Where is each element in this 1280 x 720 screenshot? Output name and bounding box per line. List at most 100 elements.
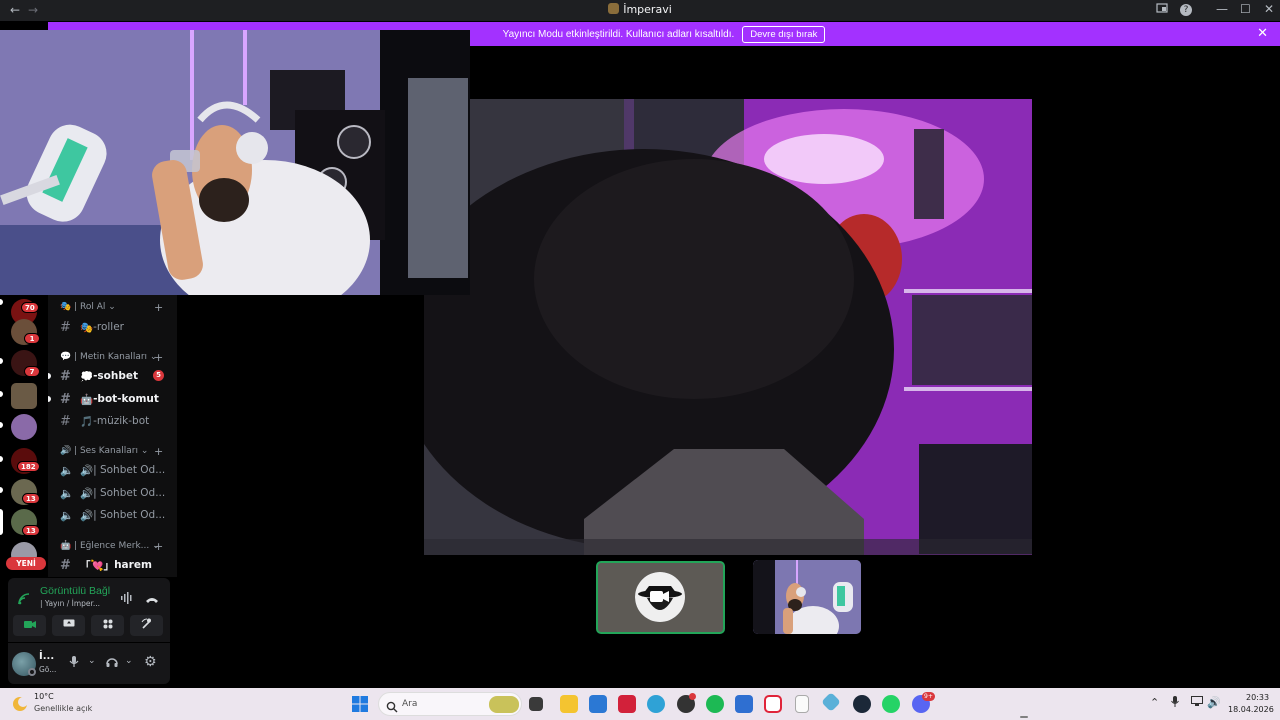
category-voice-label: | Ses Kanalları [74,446,138,456]
add-channel-icon[interactable]: + [154,540,163,553]
window-title-text: İmperavi [623,3,672,16]
channel-roles[interactable]: # 🎭 -roller [60,318,124,336]
channel-bot[interactable]: # 🤖 -bot-komut [60,390,159,408]
weather-temperature[interactable]: 10°C [34,692,54,701]
user-name[interactable]: İ... [39,651,54,662]
voice-connection-panel: Görüntülü Bağl | Yayın / İmper... [8,578,170,642]
server-badge-8: 13 [22,525,40,536]
vivaldi-icon[interactable] [618,695,636,713]
participant-tile-camera-off[interactable] [596,561,725,634]
edge-icon[interactable] [647,695,665,713]
server-unread-pill [0,487,3,493]
category-fun-label: | Eğlence Merk... [74,541,150,551]
taskbar-search[interactable]: Ara [378,692,522,716]
server-unread-pill [0,456,3,462]
app-icon[interactable] [821,692,841,712]
hash-icon: # [60,319,71,335]
add-channel-icon[interactable]: + [154,351,163,364]
category-text-label: | Metin Kanalları [74,352,148,362]
add-channel-icon[interactable]: + [154,445,163,458]
gear-icon[interactable]: ⚙ [144,654,157,670]
voice-channel-1[interactable]: 🔈 🔊 | Sohbet Od... [60,461,165,479]
discord-badge: 9+ [922,692,935,701]
file-explorer-icon[interactable] [560,695,578,713]
voice-status-title[interactable]: Görüntülü Bağl [40,585,110,597]
main-stream-video[interactable] [424,99,1032,555]
category-text[interactable]: 💬 | Metin Kanalları ⌄ + [60,351,163,364]
minimize-button[interactable]: — [1216,2,1228,16]
chevron-down-icon[interactable]: ⌄ [125,656,133,666]
soundboard-button[interactable] [130,615,163,636]
category-roles[interactable]: 🎭 | Rol Al ⌄ + [60,301,163,314]
server-list: 70 1 7 182 13 13 [0,295,48,575]
category-fun[interactable]: 🤖 | Eğlence Merk... ⌄ + [60,540,163,553]
maximize-button[interactable]: ☐ [1240,2,1251,16]
noise-suppression-icon[interactable] [120,589,134,608]
category-voice[interactable]: 🔊 | Ses Kanalları ⌄ + [60,445,163,458]
disconnect-icon[interactable] [145,590,159,609]
outlook-icon[interactable] [735,695,753,713]
steam-icon[interactable] [853,695,871,713]
channel-list: 🎭 | Rol Al ⌄ + # 🎭 -roller 💬 | Metin Kanall… [48,295,177,577]
server-badge-2: 1 [24,333,40,344]
chevron-down-icon[interactable]: ⌄ [88,656,96,666]
clock-date[interactable]: 18.04.2026 [1228,705,1274,714]
category-roles-label: | Rol Al [74,302,106,312]
server-unread-pill [0,422,3,428]
voice-channel-2-label: | Sohbet Od... [93,487,166,499]
screen-share-button[interactable] [52,615,85,636]
channel-harem[interactable]: # 「💘」 harem [60,556,152,574]
channel-music[interactable]: # 🎵 -müzik-bot [60,412,149,430]
volume-icon[interactable]: 🔊 [1207,696,1221,709]
channel-bot-label: -bot-komut [93,393,159,405]
windows-taskbar: 10°C Genellikle açık Ara 9+ ⌃ 🔊 20:33 18… [0,688,1280,720]
task-view-icon[interactable] [529,697,543,711]
spotify-icon[interactable] [706,695,724,713]
channel-harem-label: harem [114,559,152,571]
weather-icon[interactable] [12,696,28,716]
microphone-icon[interactable] [69,656,79,671]
channel-roles-label: -roller [93,321,124,333]
notepad-icon[interactable] [795,695,809,713]
channel-harem-prefix: 「💘」 [80,559,115,572]
participant-tile-webcam[interactable] [753,560,861,634]
screen-share-icon[interactable] [1156,2,1168,17]
add-channel-icon[interactable]: + [154,301,163,314]
banner-text: Yayıncı Modu etkinleştirildi. Kullanıcı … [502,28,735,40]
activities-button[interactable] [91,615,124,636]
hash-icon: # [60,557,71,573]
help-icon[interactable]: ? [1180,4,1192,16]
hash-icon: # [60,413,71,429]
new-badge[interactable]: YENİ [6,557,46,570]
user-status: Gö... [39,665,57,674]
voice-channel-subtitle[interactable]: | Yayın / İmper... [40,599,100,608]
speaker-icon: 🔈 [60,508,74,522]
channel-music-label: -müzik-bot [93,415,150,427]
server-icon-5[interactable] [11,414,37,440]
camera-button[interactable] [13,615,46,636]
store-icon[interactable] [589,695,607,713]
opera-icon[interactable] [764,695,782,713]
speaker-icon: 🔈 [60,486,74,500]
microphone-tray-icon[interactable] [1171,696,1179,711]
server-badge-7: 13 [22,493,40,504]
voice-channel-3[interactable]: 🔈 🔊 | Sohbet Od... [60,506,165,524]
weather-description[interactable]: Genellikle açık [34,704,92,713]
connection-signal-icon[interactable] [18,590,30,609]
server-selected-pill [0,509,3,535]
banner-close-icon[interactable]: ✕ [1257,26,1268,41]
server-icon-4[interactable] [11,383,37,409]
close-button[interactable]: ✕ [1264,2,1274,16]
webcam-overlay [0,30,470,295]
whatsapp-icon[interactable] [882,695,900,713]
voice-channel-2[interactable]: 🔈 🔊 | Sohbet Od... [60,484,165,502]
notification-dot [689,693,696,700]
start-button[interactable] [352,696,368,716]
show-hidden-icons[interactable]: ⌃ [1150,696,1159,709]
clock-time[interactable]: 20:33 [1246,693,1269,702]
network-icon[interactable] [1191,696,1203,710]
hash-icon: # [60,391,71,407]
disable-streamer-mode-button[interactable]: Devre dışı bırak [742,25,826,43]
headphones-icon[interactable] [106,656,118,671]
channel-chat[interactable]: # 💭 -sohbet 5 [60,367,164,385]
